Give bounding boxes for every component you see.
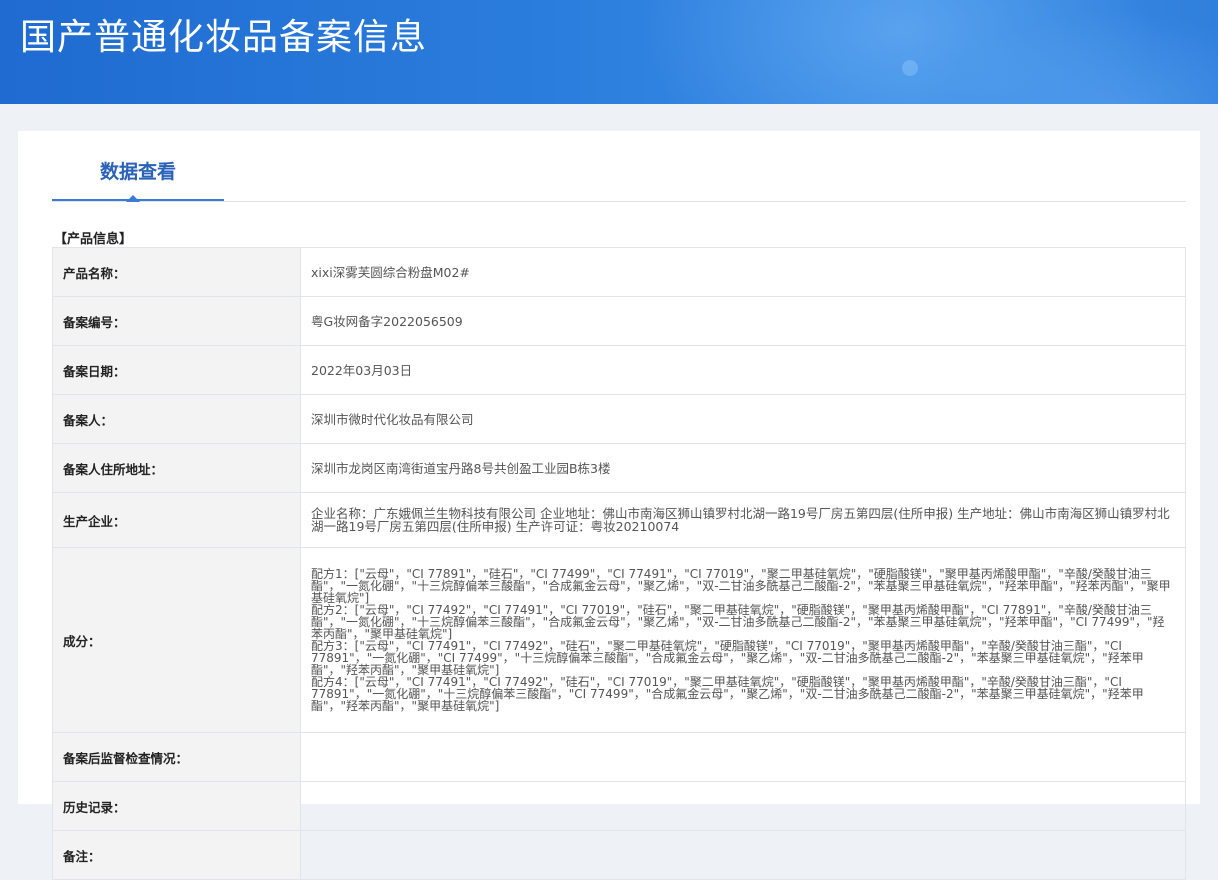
formula-line: 配方2：["云母"，"CI 77492"，"CI 77491"，"CI 7701… [311, 603, 1165, 641]
registrant-value: 深圳市微时代化妆品有限公司 [300, 394, 1186, 444]
record-date-value: 2022年03月03日 [300, 345, 1186, 395]
table-row: 备案编号： 粤G妆网备字2022056509 [52, 296, 1186, 346]
field-label: 生产企业： [52, 492, 301, 548]
tab-data-view[interactable]: 数据查看 [52, 131, 224, 201]
formula-line: 配方3：["云母"，"CI 77491"，"CI 77492"，"硅石"，"聚二… [311, 639, 1144, 677]
field-label: 历史记录： [52, 781, 301, 831]
content-card: 数据查看 【产品信息】 产品名称： xixi深雾芙圆综合粉盘M02# 备案编号：… [18, 131, 1200, 880]
field-label: 备注： [52, 830, 301, 880]
history-value [300, 781, 1186, 831]
table-row: 备案人住所地址： 深圳市龙岗区南湾街道宝丹路8号共创盈工业园B栋3楼 [52, 443, 1186, 493]
inspection-value [300, 732, 1186, 782]
field-label: 备案日期： [52, 345, 301, 395]
field-label: 成分： [52, 547, 301, 733]
field-label: 备案编号： [52, 296, 301, 346]
record-number-value: 粤G妆网备字2022056509 [300, 296, 1186, 346]
formula-line: 配方1：["云母"，"CI 77891"，"硅石"，"CI 77499"，"CI… [311, 567, 1171, 605]
formula-line: 配方4：["云母"，"CI 77491"，"CI 77492"，"硅石"，"CI… [311, 675, 1144, 713]
ingredients-value: 配方1：["云母"，"CI 77891"，"硅石"，"CI 77499"，"CI… [300, 547, 1186, 733]
header-banner: 国产普通化妆品备案信息 [0, 0, 1218, 104]
registrant-address-value: 深圳市龙岗区南湾街道宝丹路8号共创盈工业园B栋3楼 [300, 443, 1186, 493]
table-row: 备案日期： 2022年03月03日 [52, 345, 1186, 395]
table-row: 备案人： 深圳市微时代化妆品有限公司 [52, 394, 1186, 444]
table-row: 备注： [52, 830, 1186, 880]
field-label: 备案人： [52, 394, 301, 444]
remarks-value [300, 830, 1186, 880]
table-row: 生产企业： 企业名称：广东娥佩兰生物科技有限公司 企业地址：佛山市南海区狮山镇罗… [52, 492, 1186, 548]
tab-bar: 数据查看 [52, 131, 1186, 202]
table-row: 产品名称： xixi深雾芙圆综合粉盘M02# [52, 247, 1186, 297]
active-tab-caret-icon [126, 195, 140, 202]
banner-dot [902, 60, 918, 76]
section-title: 【产品信息】 [54, 232, 133, 247]
table-row: 历史记录： [52, 781, 1186, 831]
field-label: 产品名称： [52, 247, 301, 297]
table-row: 备案后监督检查情况： [52, 732, 1186, 782]
field-label: 备案后监督检查情况： [52, 732, 301, 782]
manufacturer-value: 企业名称：广东娥佩兰生物科技有限公司 企业地址：佛山市南海区狮山镇罗村北湖一路1… [300, 492, 1186, 548]
product-name-value: xixi深雾芙圆综合粉盘M02# [300, 247, 1186, 297]
product-info-table: 产品名称： xixi深雾芙圆综合粉盘M02# 备案编号： 粤G妆网备字20220… [52, 247, 1186, 880]
table-row: 成分： 配方1：["云母"，"CI 77891"，"硅石"，"CI 77499"… [52, 547, 1186, 733]
page-title: 国产普通化妆品备案信息 [20, 17, 428, 58]
field-label: 备案人住所地址： [52, 443, 301, 493]
